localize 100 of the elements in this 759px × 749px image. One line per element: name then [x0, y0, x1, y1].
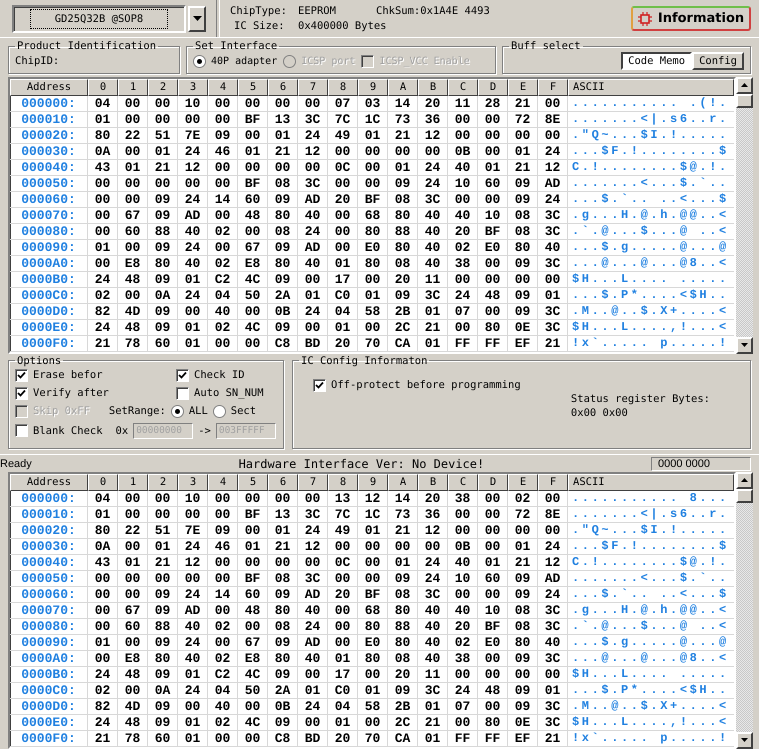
buffer-button[interactable]: Config — [692, 52, 744, 70]
dropdown-button[interactable] — [188, 6, 206, 32]
column-header[interactable]: F — [538, 78, 568, 96]
checkbox[interactable] — [176, 386, 189, 400]
ascii-cell: $H...L....,!...< — [568, 320, 734, 336]
hex-cell: 00 — [478, 538, 508, 555]
hex-cell: 00 — [118, 490, 148, 507]
interface-option[interactable]: 40P adapter — [193, 54, 278, 68]
hex-cell: 04 — [88, 490, 118, 507]
radio-button[interactable] — [193, 54, 206, 68]
column-header[interactable]: 3 — [178, 78, 208, 96]
hex-cell: 01 — [268, 522, 298, 539]
ascii-cell: $H...L.... ..... — [568, 272, 734, 288]
device-dropdown[interactable]: GD25Q32B @SOP8 — [12, 4, 186, 32]
column-header[interactable]: C — [448, 474, 478, 491]
hex-cell: 00 — [538, 128, 568, 144]
column-header[interactable]: B — [418, 78, 448, 96]
scroll-down-button[interactable] — [736, 336, 753, 354]
column-header[interactable]: 5 — [238, 474, 268, 491]
column-header[interactable]: C — [448, 78, 478, 96]
option-checkbox[interactable]: Check ID — [176, 368, 277, 382]
scroll-up-button[interactable] — [736, 76, 753, 94]
column-header[interactable]: 6 — [268, 474, 298, 491]
column-header[interactable]: 3 — [178, 474, 208, 491]
scrollbar[interactable] — [736, 76, 753, 354]
hex-cell: 00 — [268, 96, 298, 112]
hex-cell: 49 — [328, 522, 358, 539]
hex-cell: 72 — [508, 506, 538, 523]
column-header[interactable]: 9 — [358, 78, 388, 96]
column-header[interactable]: ASCII — [568, 474, 734, 491]
column-header[interactable]: 7 — [298, 474, 328, 491]
scrollbar[interactable] — [736, 472, 753, 749]
column-header[interactable]: D — [478, 78, 508, 96]
buffer-button[interactable]: Code Memo — [621, 52, 692, 70]
hex-cell: 12 — [418, 128, 448, 144]
option-checkbox[interactable]: Blank Check — [15, 424, 103, 438]
column-header[interactable]: 0 — [88, 78, 118, 96]
hex-cell: 82 — [88, 698, 118, 715]
column-header[interactable]: 8 — [328, 474, 358, 491]
hex-cell: 40 — [418, 208, 448, 224]
option-checkbox[interactable]: Auto SN_NUM — [176, 386, 277, 400]
column-header[interactable]: 1 — [118, 78, 148, 96]
hex-cell: 09 — [148, 634, 178, 651]
hex-cell: 0C — [328, 160, 358, 176]
hex-cell: FF — [448, 730, 478, 747]
column-header[interactable]: 7 — [298, 78, 328, 96]
scroll-thumb[interactable] — [736, 488, 753, 503]
option-checkbox[interactable]: Verify after — [15, 386, 172, 400]
column-header[interactable]: A — [388, 78, 418, 96]
group-title: IC Config Informaton — [300, 354, 428, 367]
off-protect-checkbox[interactable]: Off-protect before programming — [313, 378, 521, 392]
hex-cell: 01 — [88, 506, 118, 523]
hex-cell: 24 — [178, 192, 208, 208]
column-header[interactable]: Address — [10, 474, 88, 491]
column-header[interactable]: 5 — [238, 78, 268, 96]
hex-cell: 12 — [178, 160, 208, 176]
hex-cell: 80 — [508, 240, 538, 256]
checkbox[interactable] — [313, 378, 326, 392]
hex-cell: 00 — [328, 538, 358, 555]
option-checkbox[interactable]: Erase befor — [15, 368, 172, 382]
hex-cell: 09 — [148, 698, 178, 715]
column-header[interactable]: 0 — [88, 474, 118, 491]
checkbox[interactable] — [15, 368, 28, 382]
scroll-up-button[interactable] — [736, 472, 753, 489]
column-header[interactable]: A — [388, 474, 418, 491]
hex-cell: BF — [238, 570, 268, 587]
hex-cell: 00 — [208, 730, 238, 747]
column-header[interactable]: 4 — [208, 474, 238, 491]
address-cell: 000010: — [10, 112, 88, 128]
column-header[interactable]: 9 — [358, 474, 388, 491]
information-button[interactable]: Information — [631, 6, 751, 31]
column-header[interactable]: E — [508, 78, 538, 96]
hex-cell: 00 — [238, 730, 268, 747]
hex-cell: 00 — [448, 506, 478, 523]
column-header[interactable]: 6 — [268, 78, 298, 96]
column-header[interactable]: ASCII — [568, 78, 734, 96]
hex-cell: 00 — [298, 160, 328, 176]
column-header[interactable]: 1 — [118, 474, 148, 491]
checkbox[interactable] — [176, 368, 189, 382]
column-header[interactable]: D — [478, 474, 508, 491]
column-header[interactable]: 2 — [148, 78, 178, 96]
column-header[interactable]: 4 — [208, 78, 238, 96]
checkbox[interactable] — [15, 424, 28, 438]
hex-cell: 8E — [538, 112, 568, 128]
scroll-down-button[interactable] — [736, 732, 753, 749]
hex-cell: 01 — [418, 730, 448, 747]
hex-cell: 12 — [538, 160, 568, 176]
hex-cell: 01 — [118, 160, 148, 176]
column-header[interactable]: Address — [10, 78, 88, 96]
column-header[interactable]: 8 — [328, 78, 358, 96]
hex-cell: 02 — [208, 224, 238, 240]
hex-cell: 09 — [268, 240, 298, 256]
column-header[interactable]: 2 — [148, 474, 178, 491]
ascii-cell: .M..@..$.X+....< — [568, 304, 734, 320]
scroll-thumb[interactable] — [736, 94, 753, 108]
column-header[interactable]: E — [508, 474, 538, 491]
column-header[interactable]: F — [538, 474, 568, 491]
column-header[interactable]: B — [418, 474, 448, 491]
hex-cell: 01 — [328, 650, 358, 667]
checkbox[interactable] — [15, 386, 28, 400]
